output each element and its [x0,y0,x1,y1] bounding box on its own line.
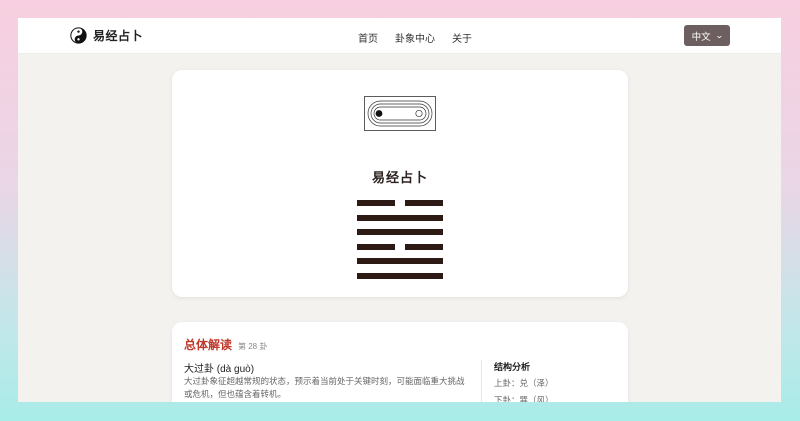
nav-link-home[interactable]: 首页 [358,30,378,45]
app-frame: 易经占卜 首页 卦象中心 关于 中文 ⌄ 易经占卜 总体解读 第 28 卦 大过… [18,18,781,402]
hexagram-number: 第 28 卦 [238,342,268,351]
emblem-icon [364,96,436,131]
section-heading: 总体解读 第 28 卦 [184,336,267,353]
top-navbar: 易经占卜 首页 卦象中心 关于 中文 ⌄ [18,18,781,54]
hexagram-line-solid [357,272,443,279]
section-title: 总体解读 [184,338,233,352]
brand-name: 易经占卜 [93,29,144,43]
hexagram-figure [357,200,443,287]
nav-link-hexagram-center[interactable]: 卦象中心 [395,30,435,45]
line-segment [357,200,395,206]
interpretation-card: 总体解读 第 28 卦 大过卦 (dà guò) 大过卦象征超越常规的状态，预示… [172,322,628,402]
language-label: 中文 [691,31,711,43]
yin-yang-icon [70,27,87,44]
language-button[interactable]: 中文 ⌄ [684,25,730,46]
structure-title: 结构分析 [494,362,531,372]
brand-logo[interactable]: 易经占卜 [70,27,143,44]
line-segment [405,243,443,250]
nav-links: 首页 卦象中心 关于 [358,30,489,45]
page-title: 易经占卜 [371,170,428,185]
hexagram-line-solid [357,229,443,235]
hexagram-name: 大过卦 (dà guò) [184,364,255,375]
hexagram-line-broken [357,243,443,250]
hexagram-card: 易经占卜 [172,70,628,297]
hexagram-description: 大过卦象征超越常规的状态，预示着当前处于关键时刻，可能面临重大挑战或危机，但也蕴… [184,376,465,399]
hexagram-line-solid [357,258,443,264]
chevron-down-icon: ⌄ [714,31,724,40]
lower-trigram: 下卦：巽（风） [494,395,554,402]
line-segment [357,272,443,279]
line-segment [357,243,395,250]
divider [481,360,482,402]
line-segment [357,229,443,235]
nav-link-about[interactable]: 关于 [452,30,472,45]
line-segment [357,214,443,221]
line-segment [405,200,443,206]
upper-trigram: 上卦：兑（泽） [494,378,554,388]
line-segment [357,258,443,264]
hexagram-line-broken [357,200,443,206]
hexagram-line-solid [357,214,443,221]
